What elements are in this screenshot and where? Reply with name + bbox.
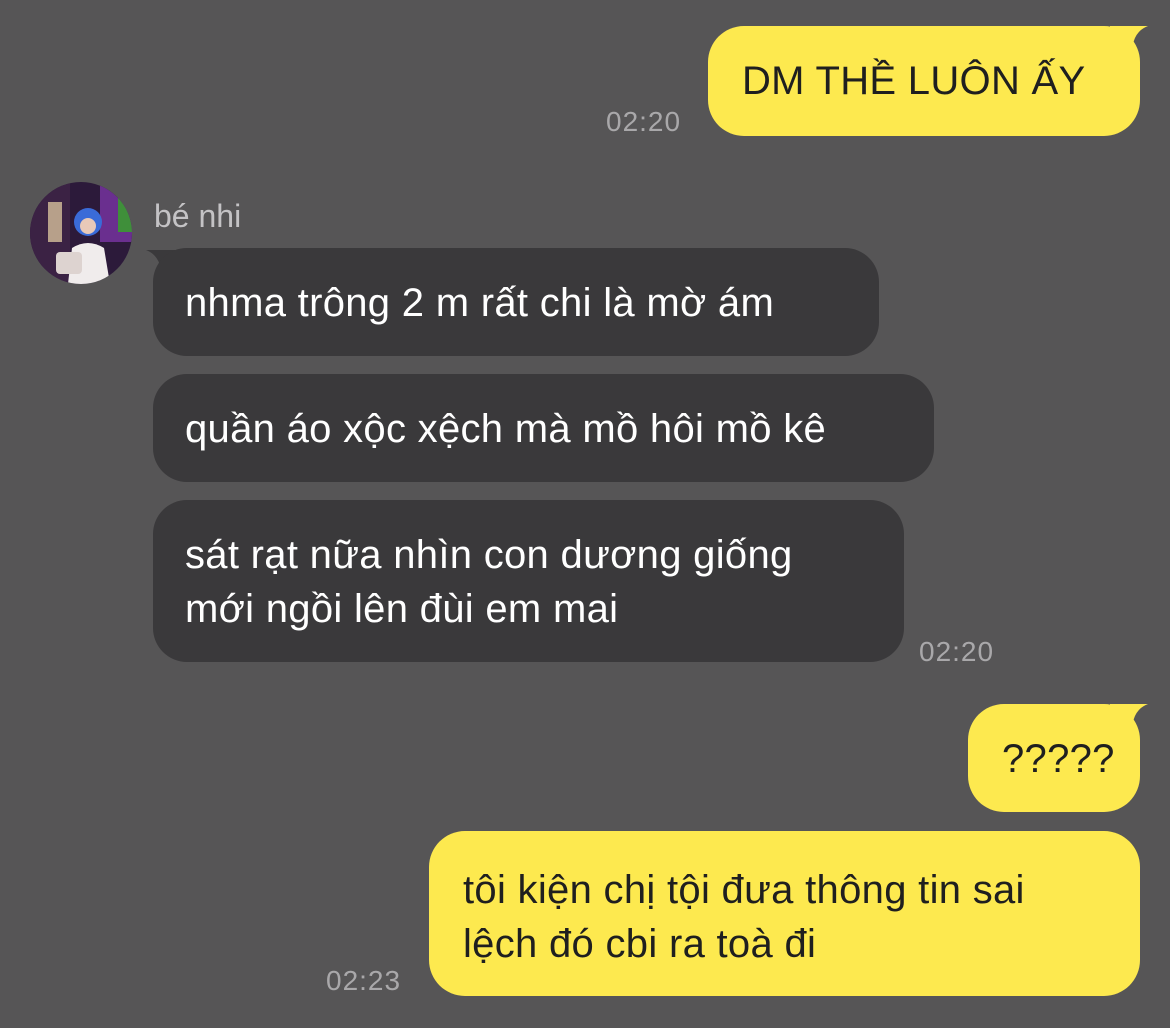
- outgoing-message-bubble[interactable]: DM THỀ LUÔN ẤY: [708, 26, 1140, 136]
- outgoing-message-bubble[interactable]: tôi kiện chị tội đưa thông tin sai lệch …: [429, 831, 1140, 996]
- incoming-message-bubble[interactable]: nhma trông 2 m rất chi là mờ ám: [153, 248, 879, 356]
- message-time: 02:20: [606, 106, 682, 137]
- message-text-line: tôi kiện chị tội đưa thông tin sai: [463, 868, 1025, 912]
- bubble-tail: [1110, 26, 1148, 54]
- message-text: ?????: [1002, 737, 1115, 781]
- message-time: 02:23: [326, 965, 402, 996]
- message-text: nhma trông 2 m rất chi là mờ ám: [185, 281, 775, 325]
- sender-name: bé nhi: [154, 198, 242, 234]
- bubble-tail: [1110, 704, 1148, 732]
- avatar-image-icon: [30, 182, 132, 284]
- message-text: quần áo xộc xệch mà mồ hôi mồ kê: [185, 407, 827, 451]
- message-text: DM THỀ LUÔN ẤY: [742, 59, 1086, 103]
- message-text-line: mới ngồi lên đùi em mai: [185, 587, 619, 631]
- message-text-line: sát rạt nữa nhìn con dương giống: [185, 533, 793, 577]
- message-time: 02:20: [919, 636, 995, 667]
- incoming-message-bubble[interactable]: sát rạt nữa nhìn con dương giống mới ngồ…: [153, 500, 904, 662]
- incoming-message-bubble[interactable]: quần áo xộc xệch mà mồ hôi mồ kê: [153, 374, 934, 482]
- message-text-line: lệch đó cbi ra toà đi: [463, 922, 817, 966]
- contact-avatar[interactable]: [30, 182, 132, 284]
